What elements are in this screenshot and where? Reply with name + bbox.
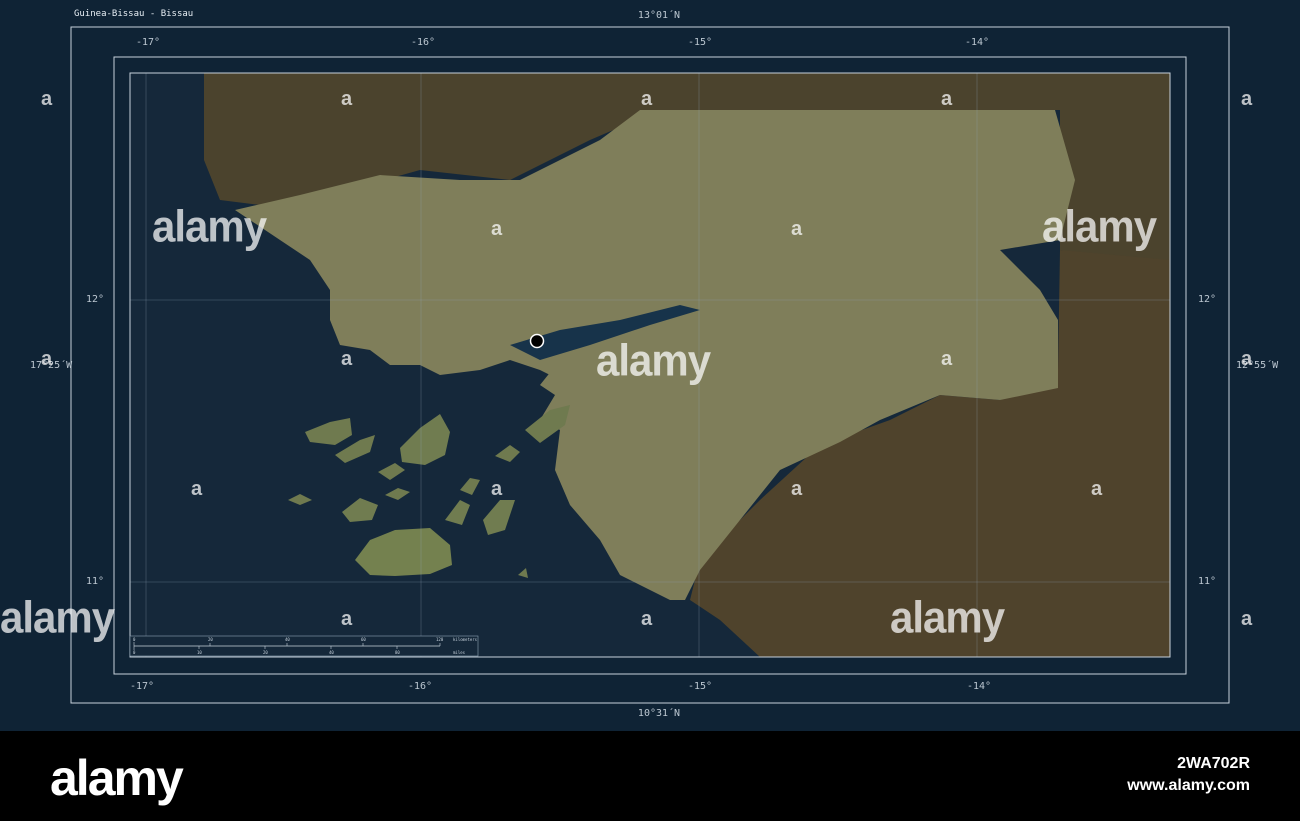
watermark-letter: a	[1241, 608, 1253, 630]
scale-mi-10: 10	[197, 650, 202, 655]
scale-km-40: 40	[285, 637, 290, 642]
watermark-letter: a	[341, 88, 353, 110]
watermark-letter: a	[641, 88, 653, 110]
scale-bar: 0 20 40 60 120 kilometers 0 10 20 40 80 …	[129, 635, 479, 657]
watermark-word: alamy	[0, 592, 115, 643]
scale-units-top: kilometers	[453, 637, 478, 642]
footer-url: www.alamy.com	[1127, 777, 1250, 794]
watermark-word: alamy	[1042, 201, 1157, 252]
watermark-letter: a	[491, 478, 503, 500]
watermark-word: alamy	[596, 335, 711, 386]
watermark-letter: a	[491, 218, 503, 240]
watermark-letter: a	[1241, 88, 1253, 110]
scale-mi-20: 20	[263, 650, 268, 655]
watermark-letter: a	[941, 88, 953, 110]
watermark-letter: a	[341, 348, 353, 370]
watermark-word: alamy	[152, 201, 267, 252]
footer-image-id: 2WA702R	[1177, 755, 1250, 772]
scale-km-120: 120	[436, 637, 444, 642]
footer-bar: alamy 2WA702R www.alamy.com	[0, 731, 1300, 821]
scale-mi-40: 40	[329, 650, 334, 655]
watermark-letter: a	[41, 348, 53, 370]
capital-marker-bissau	[529, 333, 545, 349]
scale-km-60: 60	[361, 637, 366, 642]
watermark-letter: a	[791, 478, 803, 500]
watermark-letter: a	[1091, 478, 1103, 500]
watermark-letter: a	[791, 218, 803, 240]
watermark-word: alamy	[890, 592, 1005, 643]
watermark-letter: a	[1241, 348, 1253, 370]
watermark-letter: a	[41, 88, 53, 110]
scale-km-20: 20	[208, 637, 213, 642]
footer-logo: alamy	[50, 750, 184, 806]
watermark-letter: a	[941, 348, 953, 370]
watermark-letter: a	[641, 608, 653, 630]
scale-mi-80: 80	[395, 650, 400, 655]
watermark-letter: a	[191, 478, 203, 500]
scale-units-bottom: miles	[453, 650, 466, 655]
map-frame: Guinea-Bissau - Bissau 13°01´N 10°31´N 1…	[0, 0, 1300, 731]
watermark-letter: a	[341, 608, 353, 630]
